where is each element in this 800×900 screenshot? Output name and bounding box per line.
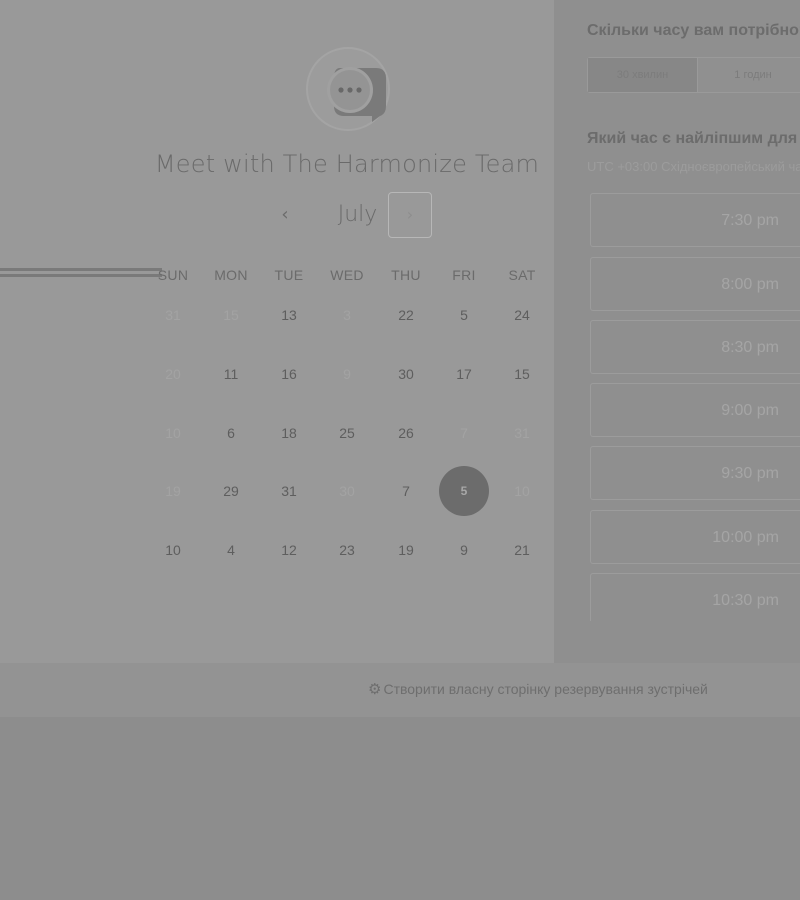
calendar-day[interactable]: 19	[381, 525, 431, 575]
duration-selector: 30 хвилин 1 годин	[587, 57, 800, 93]
time-slot-label: 7:30 pm	[721, 212, 779, 229]
calendar-day[interactable]: 17	[439, 349, 489, 399]
calendar-day: 15	[223, 307, 239, 323]
time-slot-label: 10:30 pm	[712, 592, 779, 609]
calendar-day[interactable]: 31	[264, 466, 314, 516]
calendar-day: 10	[165, 425, 181, 441]
calendar-day[interactable]: 22	[381, 290, 431, 340]
duration-question: Скільки часу вам потрібно?	[587, 22, 800, 39]
next-month-button[interactable]: ›	[388, 192, 432, 238]
calendar-day[interactable]: 6	[206, 408, 256, 458]
calendar-day[interactable]: 16	[264, 349, 314, 399]
calendar-day[interactable]: 18	[264, 408, 314, 458]
calendar-day: 31	[165, 307, 181, 323]
calendar-day[interactable]: 4	[206, 525, 256, 575]
day-header-wed: WED	[330, 267, 364, 283]
timezone-selector[interactable]: UTC +03:00 Східноєвропейський час	[587, 159, 800, 174]
hubspot-sprocket-icon: ⚙	[368, 681, 382, 698]
calendar-day: 7	[460, 425, 468, 441]
divider-line	[0, 274, 162, 277]
calendar-day[interactable]: 9	[439, 525, 489, 575]
month-navigation: ‹ July ›	[260, 192, 440, 238]
time-slot[interactable]: 8:30 pm	[590, 320, 800, 374]
day-header-fri: FRI	[452, 267, 476, 283]
divider-line	[0, 268, 162, 271]
time-slot[interactable]: 8:00 pm	[590, 257, 800, 311]
time-slot-label: 8:00 pm	[721, 276, 779, 293]
calendar-day[interactable]: 24	[497, 290, 547, 340]
time-slot[interactable]: 9:00 pm	[590, 383, 800, 437]
duration-1hour-button[interactable]: 1 годин	[698, 58, 800, 92]
calendar-day[interactable]: 7	[381, 466, 431, 516]
calendar-day[interactable]: 11	[206, 349, 256, 399]
time-slot-label: 9:30 pm	[721, 465, 779, 482]
calendar-day[interactable]: 30	[381, 349, 431, 399]
calendar-day: 10	[514, 483, 530, 499]
calendar-day[interactable]: 26	[381, 408, 431, 458]
time-slot-list: 7:30 pm 8:00 pm 8:30 pm 9:00 pm 9:30 pm …	[590, 193, 800, 621]
decorative-lines	[0, 268, 162, 280]
calendar-day[interactable]: 23	[322, 525, 372, 575]
time-slot-label: 10:00 pm	[712, 529, 779, 546]
create-booking-page-link[interactable]: ⚙ Створити власну сторінку резервування з…	[368, 680, 708, 698]
day-header-sun: SUN	[157, 267, 189, 283]
calendar-day[interactable]: 29	[206, 466, 256, 516]
calendar-day[interactable]: 25	[322, 408, 372, 458]
day-header-mon: MON	[214, 267, 248, 283]
time-slot-label: 9:00 pm	[721, 402, 779, 419]
time-slot[interactable]: 10:30 pm	[590, 573, 800, 621]
time-slot[interactable]: 9:30 pm	[590, 446, 800, 500]
calendar-day: 19	[165, 483, 181, 499]
footer-link-text: Створити власну сторінку резервування зу…	[383, 681, 708, 697]
prev-month-button[interactable]: ‹	[270, 200, 300, 230]
calendar-day[interactable]: 15	[497, 349, 547, 399]
time-slot[interactable]: 10:00 pm	[590, 510, 800, 564]
calendar-day[interactable]: 12	[264, 525, 314, 575]
time-question: Який час є найліпшим для вас?	[587, 130, 800, 147]
calendar-day: 31	[514, 425, 530, 441]
day-header-thu: THU	[391, 267, 421, 283]
calendar-day[interactable]: 21	[497, 525, 547, 575]
calendar-day-selected[interactable]: 5	[439, 466, 489, 516]
page-title: Meet with The Harmonize Team	[154, 150, 540, 178]
calendar-day: 3	[343, 307, 351, 323]
month-label: July	[337, 202, 378, 227]
day-header-tue: TUE	[274, 267, 304, 283]
calendar-day: 30	[339, 483, 355, 499]
chat-bubble-icon	[327, 67, 386, 122]
calendar-day: 9	[343, 366, 351, 382]
calendar-day: 20	[165, 366, 181, 382]
time-slot-label: 8:30 pm	[721, 339, 779, 356]
calendar-day[interactable]: 5	[439, 290, 489, 340]
calendar-day[interactable]: 13	[264, 290, 314, 340]
day-header-sat: SAT	[508, 267, 536, 283]
duration-30min-button[interactable]: 30 хвилин	[588, 58, 698, 92]
time-slot[interactable]: 7:30 pm	[590, 193, 800, 247]
calendar-day[interactable]: 10	[148, 525, 198, 575]
